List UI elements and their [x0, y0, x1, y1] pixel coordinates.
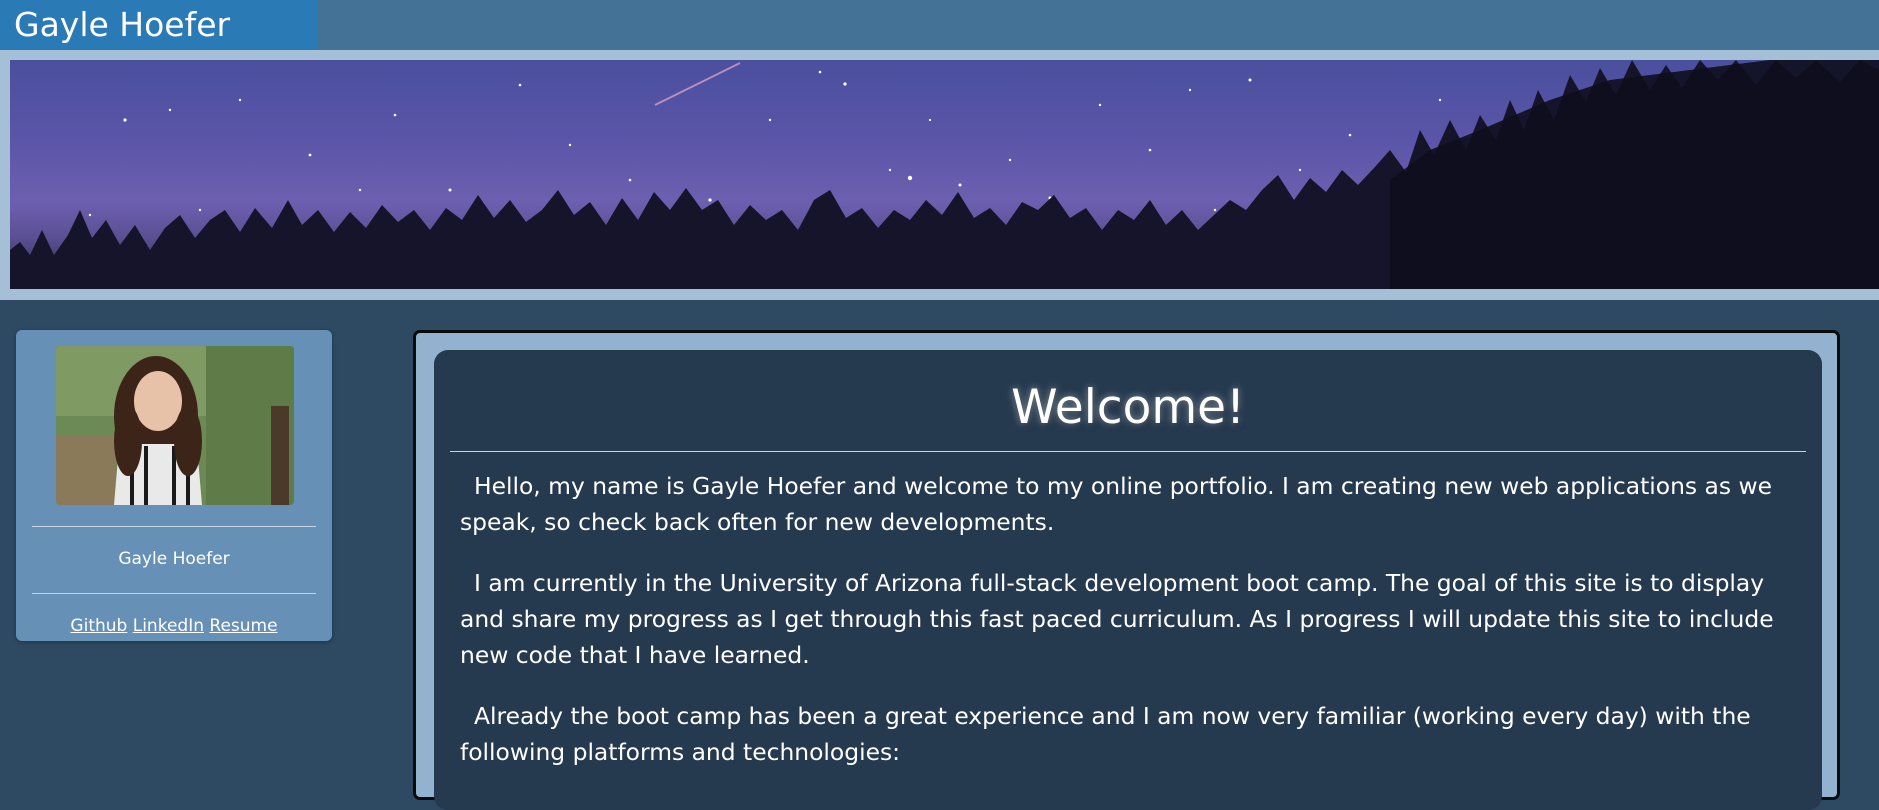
resume-link[interactable]: Resume	[209, 616, 277, 636]
top-navbar: Gayle Hoefer	[0, 0, 1879, 50]
content-body: Welcome! Hello, my name is Gayle Hoefer …	[434, 350, 1822, 810]
intro-paragraph: Hello, my name is Gayle Hoefer and welco…	[460, 472, 1773, 537]
profile-name: Gayle Hoefer	[118, 549, 230, 569]
profile-links: Github LinkedIn Resume	[16, 616, 332, 636]
experience-paragraph: Already the boot camp has been a great e…	[460, 702, 1751, 767]
title-divider	[450, 451, 1806, 452]
card-divider	[32, 526, 316, 527]
linkedin-link[interactable]: LinkedIn	[133, 616, 204, 636]
github-link[interactable]: Github	[70, 616, 127, 636]
bootcamp-paragraph: I am currently in the University of Ariz…	[460, 569, 1774, 670]
profile-photo	[56, 346, 294, 505]
banner-frame	[0, 50, 1879, 300]
night-sky-banner-image	[10, 60, 1879, 289]
page-title: Welcome!	[1011, 380, 1245, 435]
profile-card: Gayle Hoefer Github LinkedIn Resume	[16, 330, 332, 641]
site-brand-link[interactable]: Gayle Hoefer	[0, 0, 318, 50]
card-divider	[32, 593, 316, 594]
content-panel: Welcome! Hello, my name is Gayle Hoefer …	[413, 330, 1840, 810]
